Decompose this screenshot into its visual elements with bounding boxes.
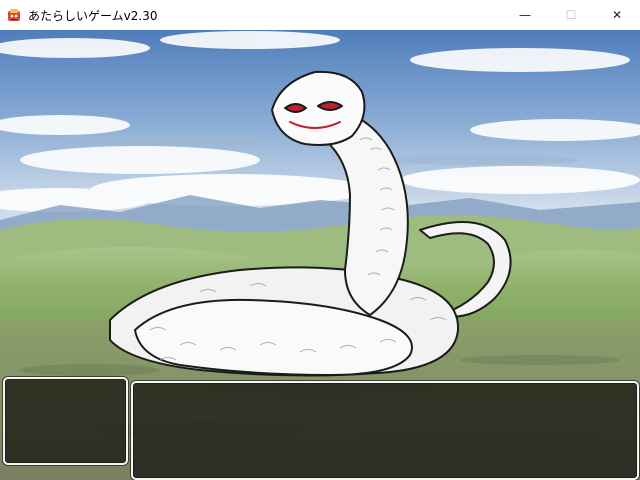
game-viewport[interactable] xyxy=(0,30,640,480)
minimize-icon: — xyxy=(519,8,531,22)
battle-message-window[interactable] xyxy=(131,381,639,480)
title-bar[interactable]: あたらしいゲームv2.30 — ☐ ✕ xyxy=(0,0,640,30)
minimize-button[interactable]: — xyxy=(502,0,548,30)
game-app-icon xyxy=(8,9,20,21)
serpent-eye-right xyxy=(317,101,343,111)
close-icon: ✕ xyxy=(611,8,623,22)
maximize-icon: ☐ xyxy=(565,8,577,22)
party-status-window xyxy=(3,377,128,465)
window-title: あたらしいゲームv2.30 xyxy=(28,8,158,23)
serpent-eye-left xyxy=(284,103,307,113)
maximize-button[interactable]: ☐ xyxy=(548,0,594,30)
window-controls: — ☐ ✕ xyxy=(502,0,640,30)
close-button[interactable]: ✕ xyxy=(594,0,640,30)
